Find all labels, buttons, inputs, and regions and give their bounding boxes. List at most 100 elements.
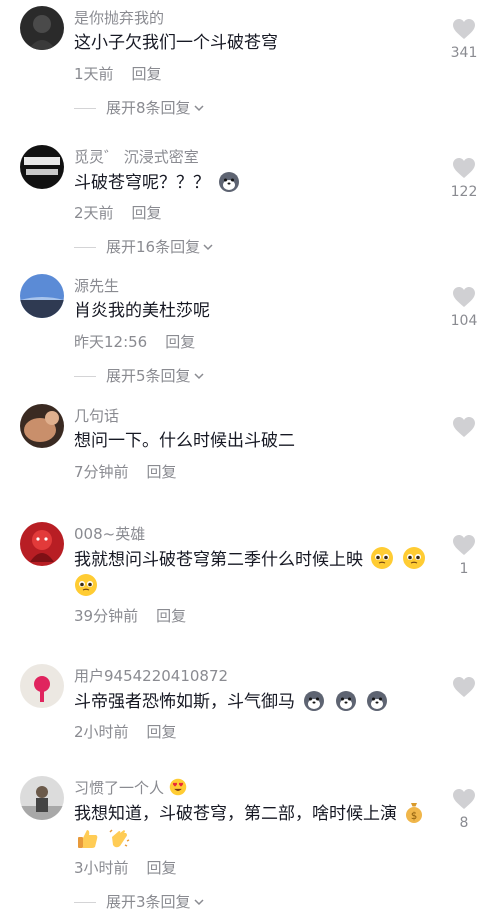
comment-text: 我想知道，斗破苍穹，第二部，啥时候上演 $: [74, 800, 444, 854]
comment-meta: 2小时前 回复: [74, 722, 177, 742]
expand-replies-label: 展开5条回复: [106, 367, 191, 385]
comment-meta: 2天前 回复: [74, 203, 162, 223]
comment-item: 用户9454220410872 斗帝强者恐怖如斯，斗气御马 2小时前 回复: [0, 664, 500, 764]
username[interactable]: 觅灵゛ 沉浸式密室: [74, 147, 199, 167]
timestamp: 7分钟前: [74, 463, 129, 481]
comment-meta: 7分钟前 回复: [74, 462, 177, 482]
comment-item: 几句话 想问一下。什么时候出斗破二 7分钟前 回复: [0, 404, 500, 504]
husky-emoji: [367, 691, 388, 711]
avatar[interactable]: [20, 274, 64, 318]
chevron-down-icon: [194, 899, 204, 906]
heart-outline-icon: [453, 677, 475, 697]
username[interactable]: 用户9454220410872: [74, 666, 228, 686]
comment-text-content: 我想知道，斗破苍穹，第二部，啥时候上演: [74, 804, 397, 824]
like-button[interactable]: 104: [444, 286, 484, 330]
comment-meta: 1天前 回复: [74, 64, 162, 84]
heart-outline-icon: [453, 535, 475, 555]
comment-text-content: 斗破苍穹呢？？？: [74, 173, 210, 193]
like-button[interactable]: 341: [444, 18, 484, 62]
heart-outline-icon: [453, 19, 475, 39]
username-text: 习惯了一个人: [74, 779, 165, 797]
expand-replies-button[interactable]: 展开8条回复: [74, 98, 205, 118]
comment-text-content: 斗帝强者恐怖如斯，斗气御马: [74, 692, 295, 712]
like-button[interactable]: 1: [444, 534, 484, 578]
avatar[interactable]: [20, 664, 64, 708]
husky-emoji: [304, 691, 325, 711]
like-count: 1: [459, 561, 469, 577]
heart-eyes-emoji: [169, 778, 187, 796]
expand-replies-button[interactable]: 展开3条回复: [74, 892, 205, 912]
reply-button[interactable]: 回复: [132, 65, 162, 83]
timestamp: 昨天12:56: [74, 333, 148, 351]
comment-text: 斗帝强者恐怖如斯，斗气御马: [74, 688, 444, 715]
timestamp: 1天前: [74, 65, 114, 83]
comment-text: 肖炎我的美杜莎呢: [74, 301, 210, 321]
timestamp: 2天前: [74, 204, 114, 222]
comment-meta: 3小时前 回复: [74, 858, 177, 878]
husky-emoji: [335, 691, 356, 711]
chevron-down-icon: [194, 105, 204, 112]
avatar[interactable]: [20, 404, 64, 448]
pleading-face-emoji: [75, 574, 97, 596]
comment-item: 觅灵゛ 沉浸式密室 斗破苍穹呢？？？ 2天前 回复 展开16条回复 122: [0, 145, 500, 265]
expand-replies-button[interactable]: 展开16条回复: [74, 237, 214, 257]
like-count: 341: [450, 45, 478, 61]
username[interactable]: 源先生: [74, 276, 119, 296]
comment-text: 斗破苍穹呢？？？: [74, 169, 444, 196]
comment-item: 习惯了一个人 我想知道，斗破苍穹，第二部，啥时候上演 $ 3小时前 回复 展开3条…: [0, 776, 500, 912]
comment-item: 是你抛弃我的 这小子欠我们一个斗破苍穹 1天前 回复 展开8条回复 341: [0, 6, 500, 126]
svg-text:$: $: [411, 811, 417, 822]
thumbs-up-emoji: [78, 830, 98, 848]
like-count: 8: [459, 815, 469, 831]
like-button[interactable]: [444, 416, 484, 442]
money-bag-emoji: $: [406, 803, 423, 823]
clapping-hands-emoji: [109, 829, 130, 848]
timestamp: 39分钟前: [74, 607, 139, 625]
heart-outline-icon: [453, 158, 475, 178]
husky-emoji: [219, 172, 240, 192]
comment-item: 源先生 肖炎我的美杜莎呢 昨天12:56 回复 展开5条回复 104: [0, 274, 500, 394]
heart-outline-icon: [453, 789, 475, 809]
comment-text: 这小子欠我们一个斗破苍穹: [74, 33, 278, 53]
chevron-down-icon: [194, 373, 204, 380]
username[interactable]: 是你抛弃我的: [74, 8, 164, 28]
divider: [74, 246, 96, 248]
pleading-face-emoji: [371, 547, 394, 569]
divider: [74, 107, 96, 109]
comment-item: 008~英雄 我就想问斗破苍穹第二季什么时候上映 39分钟前 回复 1: [0, 522, 500, 642]
username[interactable]: 几句话: [74, 406, 119, 426]
reply-button[interactable]: 回复: [156, 607, 186, 625]
timestamp: 2小时前: [74, 723, 129, 741]
expand-replies-button[interactable]: 展开5条回复: [74, 366, 205, 386]
like-button[interactable]: 122: [444, 157, 484, 201]
reply-button[interactable]: 回复: [147, 859, 177, 877]
chevron-down-icon: [203, 244, 213, 251]
avatar[interactable]: [20, 6, 64, 50]
timestamp: 3小时前: [74, 859, 129, 877]
heart-outline-icon: [453, 417, 475, 437]
username[interactable]: 008~英雄: [74, 524, 145, 544]
comment-text: 我就想问斗破苍穹第二季什么时候上映: [74, 546, 444, 600]
comment-text-content: 我就想问斗破苍穹第二季什么时候上映: [74, 550, 363, 570]
pleading-face-emoji: [402, 547, 425, 569]
reply-button[interactable]: 回复: [165, 333, 195, 351]
expand-replies-label: 展开3条回复: [106, 893, 191, 911]
comment-text: 想问一下。什么时候出斗破二: [74, 431, 295, 451]
like-button[interactable]: [444, 676, 484, 702]
expand-replies-label: 展开16条回复: [106, 238, 201, 256]
heart-outline-icon: [453, 287, 475, 307]
expand-replies-label: 展开8条回复: [106, 99, 191, 117]
reply-button[interactable]: 回复: [147, 723, 177, 741]
avatar[interactable]: [20, 145, 64, 189]
comment-meta: 昨天12:56 回复: [74, 332, 195, 352]
username[interactable]: 习惯了一个人: [74, 778, 187, 798]
divider: [74, 375, 96, 377]
like-count: 104: [450, 313, 478, 329]
reply-button[interactable]: 回复: [147, 463, 177, 481]
avatar[interactable]: [20, 776, 64, 820]
reply-button[interactable]: 回复: [132, 204, 162, 222]
like-count: 122: [450, 184, 478, 200]
avatar[interactable]: [20, 522, 64, 566]
like-button[interactable]: 8: [444, 788, 484, 832]
comment-meta: 39分钟前 回复: [74, 606, 186, 626]
